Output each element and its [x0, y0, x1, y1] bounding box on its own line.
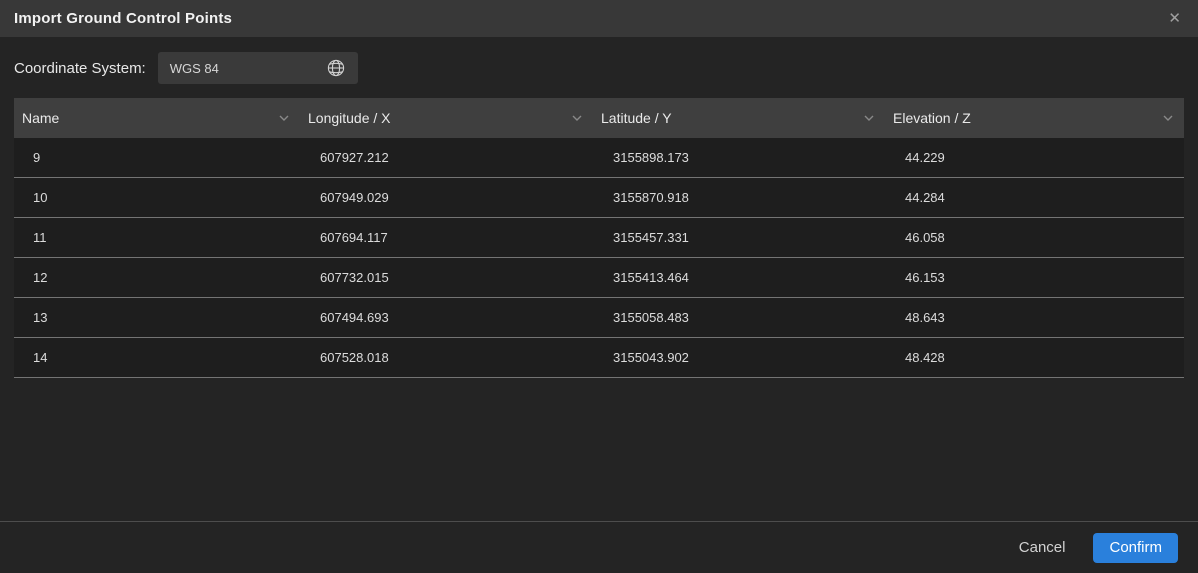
close-icon[interactable]: ✕: [1168, 11, 1181, 26]
cell-longitude: 607732.015: [300, 270, 593, 285]
column-header-label: Name: [22, 110, 59, 126]
table-row[interactable]: 12 607732.015 3155413.464 46.153: [14, 258, 1184, 298]
cell-elevation: 44.229: [885, 150, 1184, 165]
table-row[interactable]: 9 607927.212 3155898.173 44.229: [14, 138, 1184, 178]
cell-latitude: 3155413.464: [593, 270, 885, 285]
column-header-label: Longitude / X: [308, 110, 391, 126]
cell-elevation: 48.643: [885, 310, 1184, 325]
cell-name: 13: [14, 310, 300, 325]
chevron-down-icon[interactable]: [278, 109, 290, 127]
cell-name: 14: [14, 350, 300, 365]
dialog-titlebar: Import Ground Control Points ✕: [0, 0, 1198, 37]
dialog-title: Import Ground Control Points: [14, 10, 232, 27]
cell-name: 12: [14, 270, 300, 285]
cell-latitude: 3155058.483: [593, 310, 885, 325]
empty-area: [0, 378, 1198, 521]
cell-name: 10: [14, 190, 300, 205]
cell-elevation: 46.153: [885, 270, 1184, 285]
cell-longitude: 607927.212: [300, 150, 593, 165]
cancel-button[interactable]: Cancel: [1019, 539, 1066, 556]
dialog-footer: Cancel Confirm: [0, 521, 1198, 573]
column-header-elevation[interactable]: Elevation / Z: [885, 98, 1184, 138]
column-header-latitude[interactable]: Latitude / Y: [593, 98, 885, 138]
cell-longitude: 607528.018: [300, 350, 593, 365]
cell-latitude: 3155898.173: [593, 150, 885, 165]
gcp-table: Name Longitude / X Latitude / Y Elevatio…: [14, 98, 1184, 378]
cell-longitude: 607694.117: [300, 230, 593, 245]
table-row[interactable]: 14 607528.018 3155043.902 48.428: [14, 338, 1184, 378]
column-header-label: Elevation / Z: [893, 110, 971, 126]
column-header-label: Latitude / Y: [601, 110, 672, 126]
chevron-down-icon[interactable]: [1162, 109, 1174, 127]
cell-longitude: 607494.693: [300, 310, 593, 325]
cell-name: 9: [14, 150, 300, 165]
coordinate-system-input[interactable]: WGS 84: [158, 52, 358, 84]
table-row[interactable]: 10 607949.029 3155870.918 44.284: [14, 178, 1184, 218]
cell-elevation: 48.428: [885, 350, 1184, 365]
coordinate-system-value: WGS 84: [170, 61, 219, 76]
column-header-longitude[interactable]: Longitude / X: [300, 98, 593, 138]
cell-elevation: 44.284: [885, 190, 1184, 205]
cell-latitude: 3155043.902: [593, 350, 885, 365]
chevron-down-icon[interactable]: [571, 109, 583, 127]
globe-icon[interactable]: [326, 58, 346, 78]
import-gcp-dialog: Import Ground Control Points ✕ Coordinat…: [0, 0, 1198, 573]
confirm-button[interactable]: Confirm: [1093, 533, 1178, 563]
column-header-name[interactable]: Name: [14, 98, 300, 138]
table-body: 9 607927.212 3155898.173 44.229 10 60794…: [14, 138, 1184, 378]
cell-name: 11: [14, 230, 300, 245]
chevron-down-icon[interactable]: [863, 109, 875, 127]
cell-elevation: 46.058: [885, 230, 1184, 245]
cell-latitude: 3155457.331: [593, 230, 885, 245]
table-row[interactable]: 11 607694.117 3155457.331 46.058: [14, 218, 1184, 258]
coordinate-system-label: Coordinate System:: [14, 60, 146, 77]
table-row[interactable]: 13 607494.693 3155058.483 48.643: [14, 298, 1184, 338]
coordinate-system-row: Coordinate System: WGS 84: [14, 52, 1184, 84]
table-header-row: Name Longitude / X Latitude / Y Elevatio…: [14, 98, 1184, 138]
cell-longitude: 607949.029: [300, 190, 593, 205]
cell-latitude: 3155870.918: [593, 190, 885, 205]
